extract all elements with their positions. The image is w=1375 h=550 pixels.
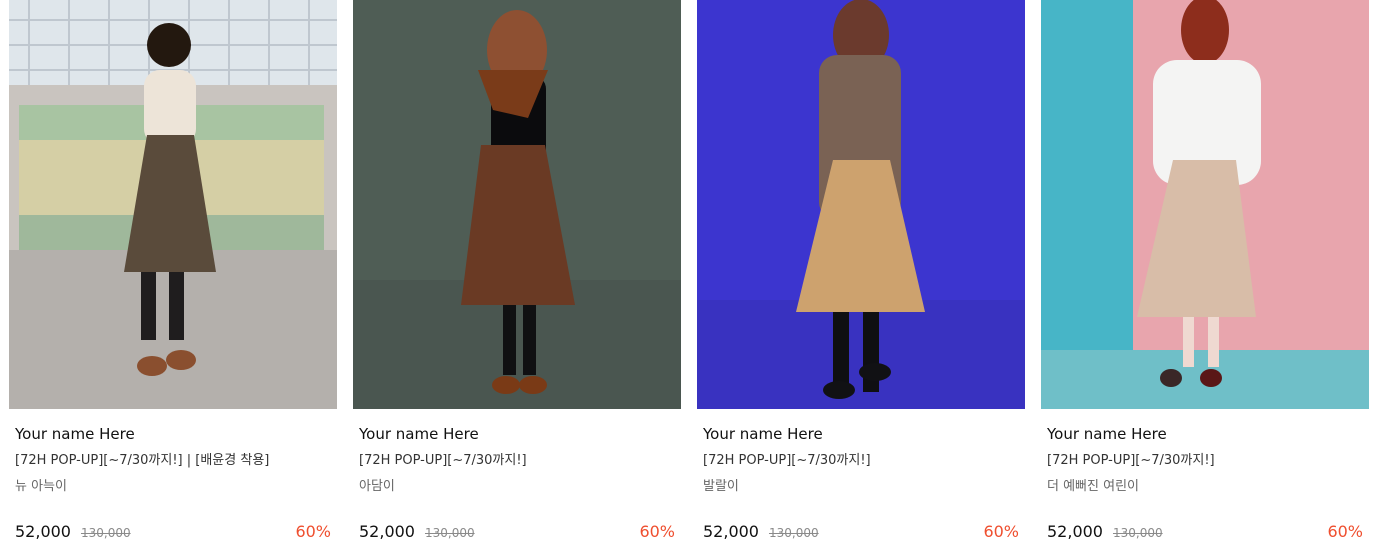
product-card[interactable]: Your name Here [72H POP-UP][~7/30까지!] 발랄… bbox=[697, 0, 1025, 550]
discount-rate: 60% bbox=[1327, 522, 1363, 541]
discount-rate: 60% bbox=[639, 522, 675, 541]
price-row: 52,000 130,000 60% bbox=[359, 522, 675, 541]
price-row: 52,000 130,000 60% bbox=[1047, 522, 1363, 541]
sale-price: 52,000 bbox=[15, 522, 71, 541]
product-option: 발랄이 bbox=[703, 479, 739, 494]
product-image[interactable] bbox=[697, 0, 1025, 409]
product-title[interactable]: [72H POP-UP][~7/30까지!] | [배윤경 착용] bbox=[15, 452, 331, 470]
product-card[interactable]: Your name Here [72H POP-UP][~7/30까지!] 아담… bbox=[353, 0, 681, 550]
price-row: 52,000 130,000 60% bbox=[15, 522, 331, 541]
brand-name[interactable]: Your name Here bbox=[15, 424, 331, 444]
original-price: 130,000 bbox=[768, 526, 819, 540]
original-price: 130,000 bbox=[80, 526, 131, 540]
product-image[interactable] bbox=[1041, 0, 1369, 409]
brand-name[interactable]: Your name Here bbox=[1047, 424, 1363, 444]
product-card[interactable]: Your name Here [72H POP-UP][~7/30까지!] 더 … bbox=[1041, 0, 1369, 550]
product-image[interactable] bbox=[9, 0, 337, 409]
brand-name[interactable]: Your name Here bbox=[703, 424, 1019, 444]
discount-rate: 60% bbox=[295, 522, 331, 541]
product-title[interactable]: [72H POP-UP][~7/30까지!] bbox=[1047, 452, 1363, 470]
discount-rate: 60% bbox=[983, 522, 1019, 541]
product-option: 아담이 bbox=[359, 479, 395, 494]
original-price: 130,000 bbox=[424, 526, 475, 540]
sale-price: 52,000 bbox=[703, 522, 759, 541]
product-title[interactable]: [72H POP-UP][~7/30까지!] bbox=[703, 452, 1019, 470]
product-card[interactable]: Your name Here [72H POP-UP][~7/30까지!] | … bbox=[9, 0, 337, 550]
product-image[interactable] bbox=[353, 0, 681, 409]
product-title[interactable]: [72H POP-UP][~7/30까지!] bbox=[359, 452, 675, 470]
sale-price: 52,000 bbox=[1047, 522, 1103, 541]
sale-price: 52,000 bbox=[359, 522, 415, 541]
original-price: 130,000 bbox=[1112, 526, 1163, 540]
product-option: 뉴 아늑이 bbox=[15, 479, 67, 494]
product-option: 더 예뻐진 여린이 bbox=[1047, 479, 1139, 494]
product-grid: Your name Here [72H POP-UP][~7/30까지!] | … bbox=[9, 0, 1371, 550]
price-row: 52,000 130,000 60% bbox=[703, 522, 1019, 541]
brand-name[interactable]: Your name Here bbox=[359, 424, 675, 444]
